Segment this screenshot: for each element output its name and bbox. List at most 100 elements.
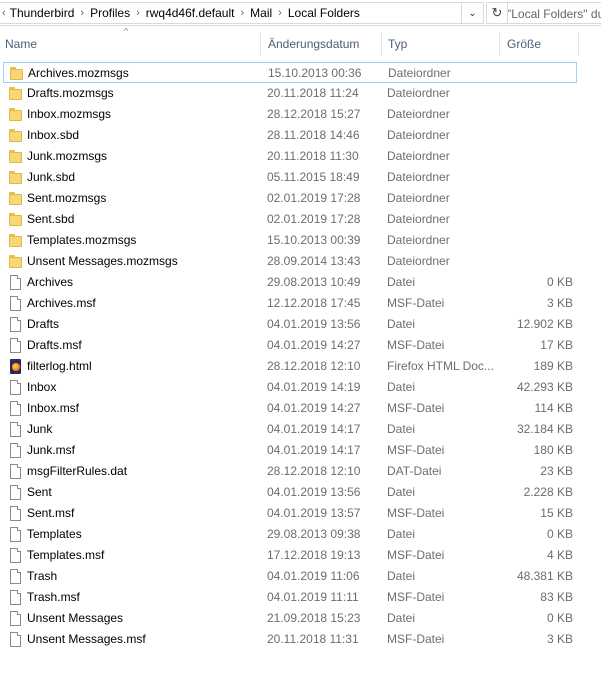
file-row[interactable]: Trash 04.01.2019 11:06 Datei 48.381 KB <box>3 566 577 587</box>
file-row[interactable]: Inbox.mozmsgs 28.12.2018 15:27 Dateiordner <box>3 104 577 125</box>
file-row[interactable]: Unsent Messages.mozmsgs 28.09.2014 13:43 D… <box>3 251 577 272</box>
file-size <box>501 104 573 125</box>
file-type: Dateiordner <box>387 107 450 121</box>
file-row[interactable]: Unsent Messages 21.09.2018 15:23 Datei 0 KB <box>3 608 577 629</box>
file-date: 20.11.2018 11:31 <box>267 632 359 646</box>
file-type: Dateiordner <box>387 254 450 268</box>
file-row[interactable]: Sent 04.01.2019 13:56 Datei 2.228 KB <box>3 482 577 503</box>
file-row[interactable]: filterlog.html 28.12.2018 12:10 Firefox HT… <box>3 356 577 377</box>
file-name: Inbox.msf <box>27 401 80 415</box>
file-type: Dateiordner <box>387 170 450 184</box>
chevron-right-icon[interactable]: › <box>74 7 90 19</box>
file-name: Sent.msf <box>27 506 75 520</box>
file-row[interactable]: Junk 04.01.2019 14:17 Datei 32.184 KB <box>3 419 577 440</box>
chevron-right-icon[interactable]: › <box>234 7 250 19</box>
file-type: Firefox HTML Doc... <box>387 359 494 373</box>
column-header-row: ^ Name Änderungsdatum Typ Größe <box>0 26 601 56</box>
file-date: 04.01.2019 14:27 <box>267 401 361 415</box>
file-type: MSF-Datei <box>387 443 445 457</box>
file-size: 3 KB <box>546 632 573 646</box>
file-row[interactable]: Junk.msf 04.01.2019 14:17 MSF-Datei 180 KB <box>3 440 577 461</box>
file-date: 02.01.2019 17:28 <box>267 191 361 205</box>
column-header-size[interactable]: Größe <box>502 32 578 56</box>
file-type: MSF-Datei <box>387 590 445 604</box>
file-name: Sent.sbd <box>27 212 75 226</box>
file-row[interactable]: Archives.mozmsgs 15.10.2013 00:36 Dateiord… <box>3 62 577 83</box>
file-size: 0 KB <box>546 275 573 289</box>
file-size: 23 KB <box>540 464 573 478</box>
file-name: filterlog.html <box>27 359 92 373</box>
column-header-date[interactable]: Änderungsdatum <box>263 32 381 56</box>
column-header-type[interactable]: Typ <box>383 32 499 56</box>
file-row[interactable]: Templates 29.08.2013 09:38 Datei 0 KB <box>3 524 577 545</box>
breadcrumb-item-mail[interactable]: Mail <box>250 6 272 20</box>
file-row[interactable]: Templates.msf 17.12.2018 19:13 MSF-Datei 4 … <box>3 545 577 566</box>
file-size <box>501 230 573 251</box>
column-divider[interactable] <box>578 32 579 56</box>
file-row[interactable]: Drafts.mozmsgs 20.11.2018 11:24 Dateiordne… <box>3 83 577 104</box>
file-row[interactable]: Junk.mozmsgs 20.11.2018 11:30 Dateiordner <box>3 146 577 167</box>
refresh-button[interactable]: ↻ <box>486 2 508 24</box>
file-row[interactable]: Trash.msf 04.01.2019 11:11 MSF-Datei 83 KB <box>3 587 577 608</box>
file-row[interactable]: Templates.mozmsgs 15.10.2013 00:39 Dateior… <box>3 230 577 251</box>
file-type: MSF-Datei <box>387 338 445 352</box>
file-size <box>501 167 573 188</box>
folder-icon <box>8 254 23 269</box>
file-date: 04.01.2019 13:56 <box>267 485 361 499</box>
file-type: Datei <box>387 380 416 394</box>
breadcrumb-item-thunderbird[interactable]: Thunderbird <box>10 6 75 20</box>
file-date: 05.11.2015 18:49 <box>267 170 360 184</box>
file-type: MSF-Datei <box>387 506 445 520</box>
file-row[interactable]: msgFilterRules.dat 28.12.2018 12:10 DAT-Da… <box>3 461 577 482</box>
column-divider[interactable] <box>381 32 382 56</box>
folder-icon <box>8 86 23 101</box>
breadcrumb-item-local-folders[interactable]: Local Folders <box>288 6 360 20</box>
file-name: Archives.mozmsgs <box>28 66 129 80</box>
file-name: Archives <box>27 275 74 289</box>
file-name: Inbox.sbd <box>27 128 80 142</box>
chevron-right-icon[interactable]: › <box>272 7 288 19</box>
file-size: 12.902 KB <box>516 317 573 331</box>
file-row[interactable]: Sent.msf 04.01.2019 13:57 MSF-Datei 15 KB <box>3 503 577 524</box>
file-size: 189 KB <box>533 359 573 373</box>
file-row[interactable]: Archives 29.08.2013 10:49 Datei 0 KB <box>3 272 577 293</box>
address-history-dropdown[interactable]: ⌄ <box>462 2 484 24</box>
chevron-right-icon[interactable]: › <box>130 7 146 19</box>
file-type: Dateiordner <box>387 233 450 247</box>
file-name: Unsent Messages.msf <box>27 632 146 646</box>
file-size: 180 KB <box>533 443 573 457</box>
file-date: 28.11.2018 14:46 <box>267 128 360 142</box>
file-icon <box>8 296 23 311</box>
breadcrumb-item-profile[interactable]: rwq4d46f.default <box>146 6 235 20</box>
file-row[interactable]: Sent.mozmsgs 02.01.2019 17:28 Dateiordner <box>3 188 577 209</box>
file-type: DAT-Datei <box>387 464 442 478</box>
search-input[interactable]: "Local Folders" dur <box>492 2 601 24</box>
file-row[interactable]: Sent.sbd 02.01.2019 17:28 Dateiordner <box>3 209 577 230</box>
column-header-name[interactable]: Name <box>0 32 260 56</box>
file-type: Datei <box>387 422 416 436</box>
file-icon <box>8 443 23 458</box>
file-row[interactable]: Inbox.msf 04.01.2019 14:27 MSF-Datei 114 KB <box>3 398 577 419</box>
file-name: Junk <box>27 422 53 436</box>
file-date: 04.01.2019 13:56 <box>267 317 361 331</box>
chevron-left-icon[interactable]: ‹ <box>0 7 10 19</box>
file-date: 04.01.2019 11:11 <box>267 590 359 604</box>
file-row[interactable]: Inbox.sbd 28.11.2018 14:46 Dateiordner <box>3 125 577 146</box>
file-size <box>501 188 573 209</box>
folder-icon <box>9 66 24 81</box>
file-row[interactable]: Unsent Messages.msf 20.11.2018 11:31 MSF-D… <box>3 629 577 650</box>
breadcrumb-item-profiles[interactable]: Profiles <box>90 6 130 20</box>
file-icon <box>8 527 23 542</box>
file-date: 04.01.2019 13:57 <box>267 506 361 520</box>
file-row[interactable]: Junk.sbd 05.11.2015 18:49 Dateiordner <box>3 167 577 188</box>
column-divider[interactable] <box>260 32 261 56</box>
file-row[interactable]: Archives.msf 12.12.2018 17:45 MSF-Datei 3 K… <box>3 293 577 314</box>
file-row[interactable]: Drafts 04.01.2019 13:56 Datei 12.902 KB <box>3 314 577 335</box>
file-size <box>501 83 573 104</box>
file-size: 17 KB <box>540 338 573 352</box>
column-divider[interactable] <box>499 32 500 56</box>
file-row[interactable]: Inbox 04.01.2019 14:19 Datei 42.293 KB <box>3 377 577 398</box>
file-icon <box>8 275 23 290</box>
file-row[interactable]: Drafts.msf 04.01.2019 14:27 MSF-Datei 17 KB <box>3 335 577 356</box>
breadcrumb: ‹ Thunderbird › Profiles › rwq4d46f.defa… <box>0 2 462 24</box>
